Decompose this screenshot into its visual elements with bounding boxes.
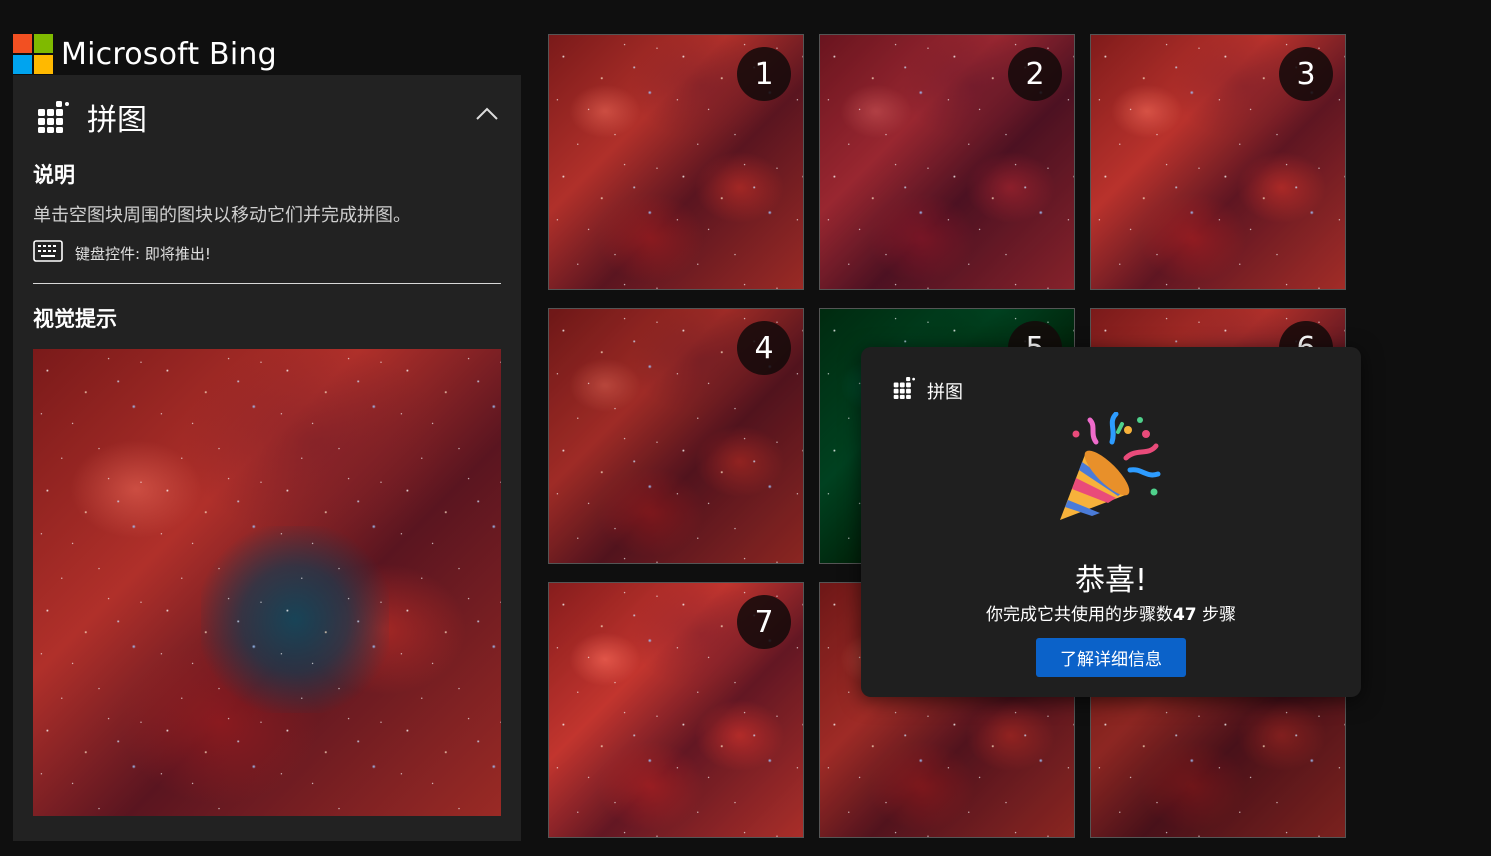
- bing-logo[interactable]: Microsoft Bing: [13, 34, 277, 74]
- panel-header: 拼图: [37, 95, 147, 139]
- tile-number-badge: 2: [1008, 47, 1062, 101]
- party-popper-icon: [1056, 411, 1166, 527]
- visual-hint-image: [33, 349, 501, 816]
- keyboard-icon: [33, 240, 63, 266]
- tile-number-badge: 7: [737, 595, 791, 649]
- instructions-text: 单击空图块周围的图块以移动它们并完成拼图。: [33, 205, 411, 226]
- congratulations-dialog: 拼图 恭喜! 你完成它共使用的步骤数47 步骤 了解详细信息: [861, 347, 1361, 697]
- learn-more-button[interactable]: 了解详细信息: [1036, 638, 1186, 677]
- visual-hint-heading: 视觉提示: [33, 307, 117, 331]
- puzzle-grid-icon: [37, 101, 69, 133]
- puzzle-tile[interactable]: 2: [819, 34, 1075, 290]
- puzzle-tile[interactable]: 3: [1090, 34, 1346, 290]
- congratulations-title: 恭喜!: [1074, 563, 1148, 598]
- chevron-up-icon[interactable]: [473, 103, 501, 125]
- puzzle-tile[interactable]: 7: [548, 582, 804, 838]
- puzzle-tile[interactable]: 1: [548, 34, 804, 290]
- tile-number-badge: 1: [737, 47, 791, 101]
- keyboard-controls-text: 键盘控件: 即将推出!: [75, 244, 211, 263]
- tile-number-badge: 3: [1279, 47, 1333, 101]
- puzzle-grid-icon: [893, 377, 915, 404]
- keyboard-controls-row: 键盘控件: 即将推出!: [33, 240, 211, 266]
- instructions-heading: 说明: [33, 163, 75, 187]
- logo-text: Microsoft Bing: [61, 36, 277, 72]
- completion-message: 你完成它共使用的步骤数47 步骤: [861, 600, 1361, 625]
- microsoft-logo-icon: [13, 34, 53, 74]
- puzzle-tile[interactable]: 4: [548, 308, 804, 564]
- message-suffix: 步骤: [1196, 605, 1237, 625]
- message-prefix: 你完成它共使用的步骤数: [985, 605, 1173, 625]
- puzzle-info-panel: 拼图 说明 单击空图块周围的图块以移动它们并完成拼图。 键盘控件: 即将推出! …: [13, 75, 521, 841]
- dialog-header: 拼图: [893, 377, 963, 404]
- panel-title: 拼图: [87, 103, 147, 138]
- divider: [33, 283, 501, 284]
- step-count: 47: [1172, 605, 1197, 625]
- tile-number-badge: 4: [737, 321, 791, 375]
- dialog-header-title: 拼图: [927, 381, 963, 403]
